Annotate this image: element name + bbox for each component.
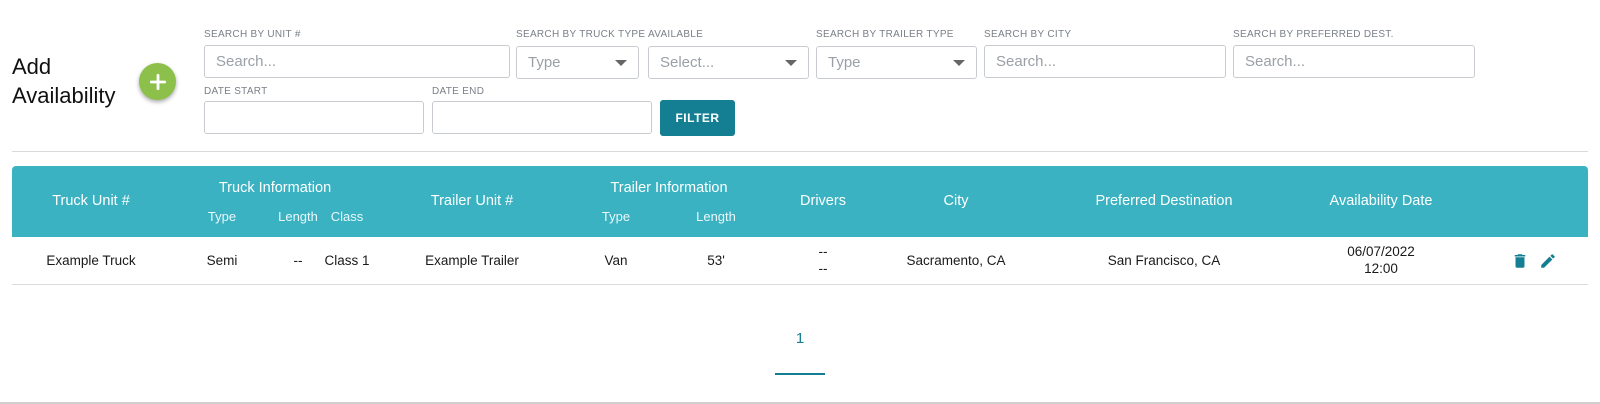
cell-drivers: -- -- <box>819 243 828 277</box>
filter-button[interactable]: FILTER <box>660 100 735 136</box>
col-truck-unit[interactable]: Truck Unit # <box>52 193 130 209</box>
page-title-line1: Add <box>12 54 52 79</box>
cell-trailer-length: 53' <box>707 253 725 268</box>
col-truck-length[interactable]: Length <box>278 209 318 224</box>
city-search-label: SEARCH BY CITY <box>984 29 1072 40</box>
cell-city: Sacramento, CA <box>906 253 1006 268</box>
availability-table: Truck Unit # Truck Information Type Leng… <box>12 166 1588 285</box>
col-pref-dest[interactable]: Preferred Destination <box>1095 193 1232 209</box>
cell-trailer-unit: Example Trailer <box>425 253 519 268</box>
chevron-down-icon <box>615 59 627 66</box>
cell-truck-class: Class 1 <box>324 253 370 268</box>
truck-type-label: SEARCH BY TRUCK TYPE <box>516 29 646 40</box>
divider <box>12 151 1588 152</box>
pref-dest-search-input[interactable]: Search... <box>1233 45 1475 78</box>
trailer-type-placeholder: Type <box>828 54 861 71</box>
col-trailer-length[interactable]: Length <box>696 209 736 224</box>
col-trailer-type[interactable]: Type <box>602 209 630 224</box>
page-1-link[interactable]: 1 <box>775 330 825 347</box>
city-search-placeholder: Search... <box>996 53 1057 70</box>
pagination: 1 <box>775 330 825 375</box>
active-page-indicator <box>775 373 825 375</box>
unit-search-label: SEARCH BY UNIT # <box>204 29 301 40</box>
date-start-label: DATE START <box>204 86 268 97</box>
date-end-input[interactable] <box>432 101 652 134</box>
available-label: AVAILABLE <box>648 29 704 40</box>
pencil-icon[interactable] <box>1539 252 1557 270</box>
truck-type-placeholder: Type <box>528 54 561 71</box>
cell-trailer-type: Van <box>604 253 628 268</box>
cell-truck-type: Semi <box>206 253 238 268</box>
driver-1: -- <box>818 244 828 259</box>
col-truck-class[interactable]: Class <box>331 209 364 224</box>
table-header: Truck Unit # Truck Information Type Leng… <box>12 166 1588 237</box>
col-truck-info: Truck Information <box>218 180 332 196</box>
col-avail-date[interactable]: Availability Date <box>1330 193 1433 209</box>
trailer-type-select[interactable]: Type <box>816 46 977 79</box>
truck-type-select[interactable]: Type <box>516 46 639 79</box>
cell-avail-date: 06/07/2022 12:00 <box>1347 243 1415 277</box>
chevron-down-icon <box>785 59 797 66</box>
available-placeholder: Select... <box>660 54 715 71</box>
cell-truck-unit: Example Truck <box>46 253 136 268</box>
cell-pref-dest: San Francisco, CA <box>1107 253 1221 268</box>
plus-icon <box>149 73 166 90</box>
trash-icon[interactable] <box>1511 252 1529 270</box>
page-title-line2: Availability <box>12 83 116 108</box>
col-truck-type[interactable]: Type <box>208 209 236 224</box>
date-end-label: DATE END <box>432 86 485 97</box>
col-trailer-info: Trailer Information <box>610 180 728 196</box>
driver-2: -- <box>818 261 828 276</box>
city-search-input[interactable]: Search... <box>984 45 1226 78</box>
unit-search-placeholder: Search... <box>216 53 277 70</box>
available-select[interactable]: Select... <box>648 46 809 79</box>
date-start-input[interactable] <box>204 101 424 134</box>
avail-time: 12:00 <box>1364 261 1398 276</box>
avail-date: 06/07/2022 <box>1347 244 1415 259</box>
page-title: Add Availability <box>12 52 116 110</box>
col-drivers[interactable]: Drivers <box>800 193 846 209</box>
trailer-type-label: SEARCH BY TRAILER TYPE <box>816 29 954 40</box>
cell-truck-length: -- <box>293 253 303 268</box>
col-city[interactable]: City <box>944 193 969 209</box>
pref-dest-search-placeholder: Search... <box>1245 53 1306 70</box>
pref-dest-label: SEARCH BY PREFERRED DEST. <box>1233 29 1394 40</box>
add-availability-button[interactable] <box>139 63 176 100</box>
table-row[interactable]: Example Truck Semi -- Class 1 Example Tr… <box>12 237 1588 285</box>
unit-search-input[interactable]: Search... <box>204 45 510 78</box>
col-trailer-unit[interactable]: Trailer Unit # <box>431 193 513 209</box>
chevron-down-icon <box>953 59 965 66</box>
